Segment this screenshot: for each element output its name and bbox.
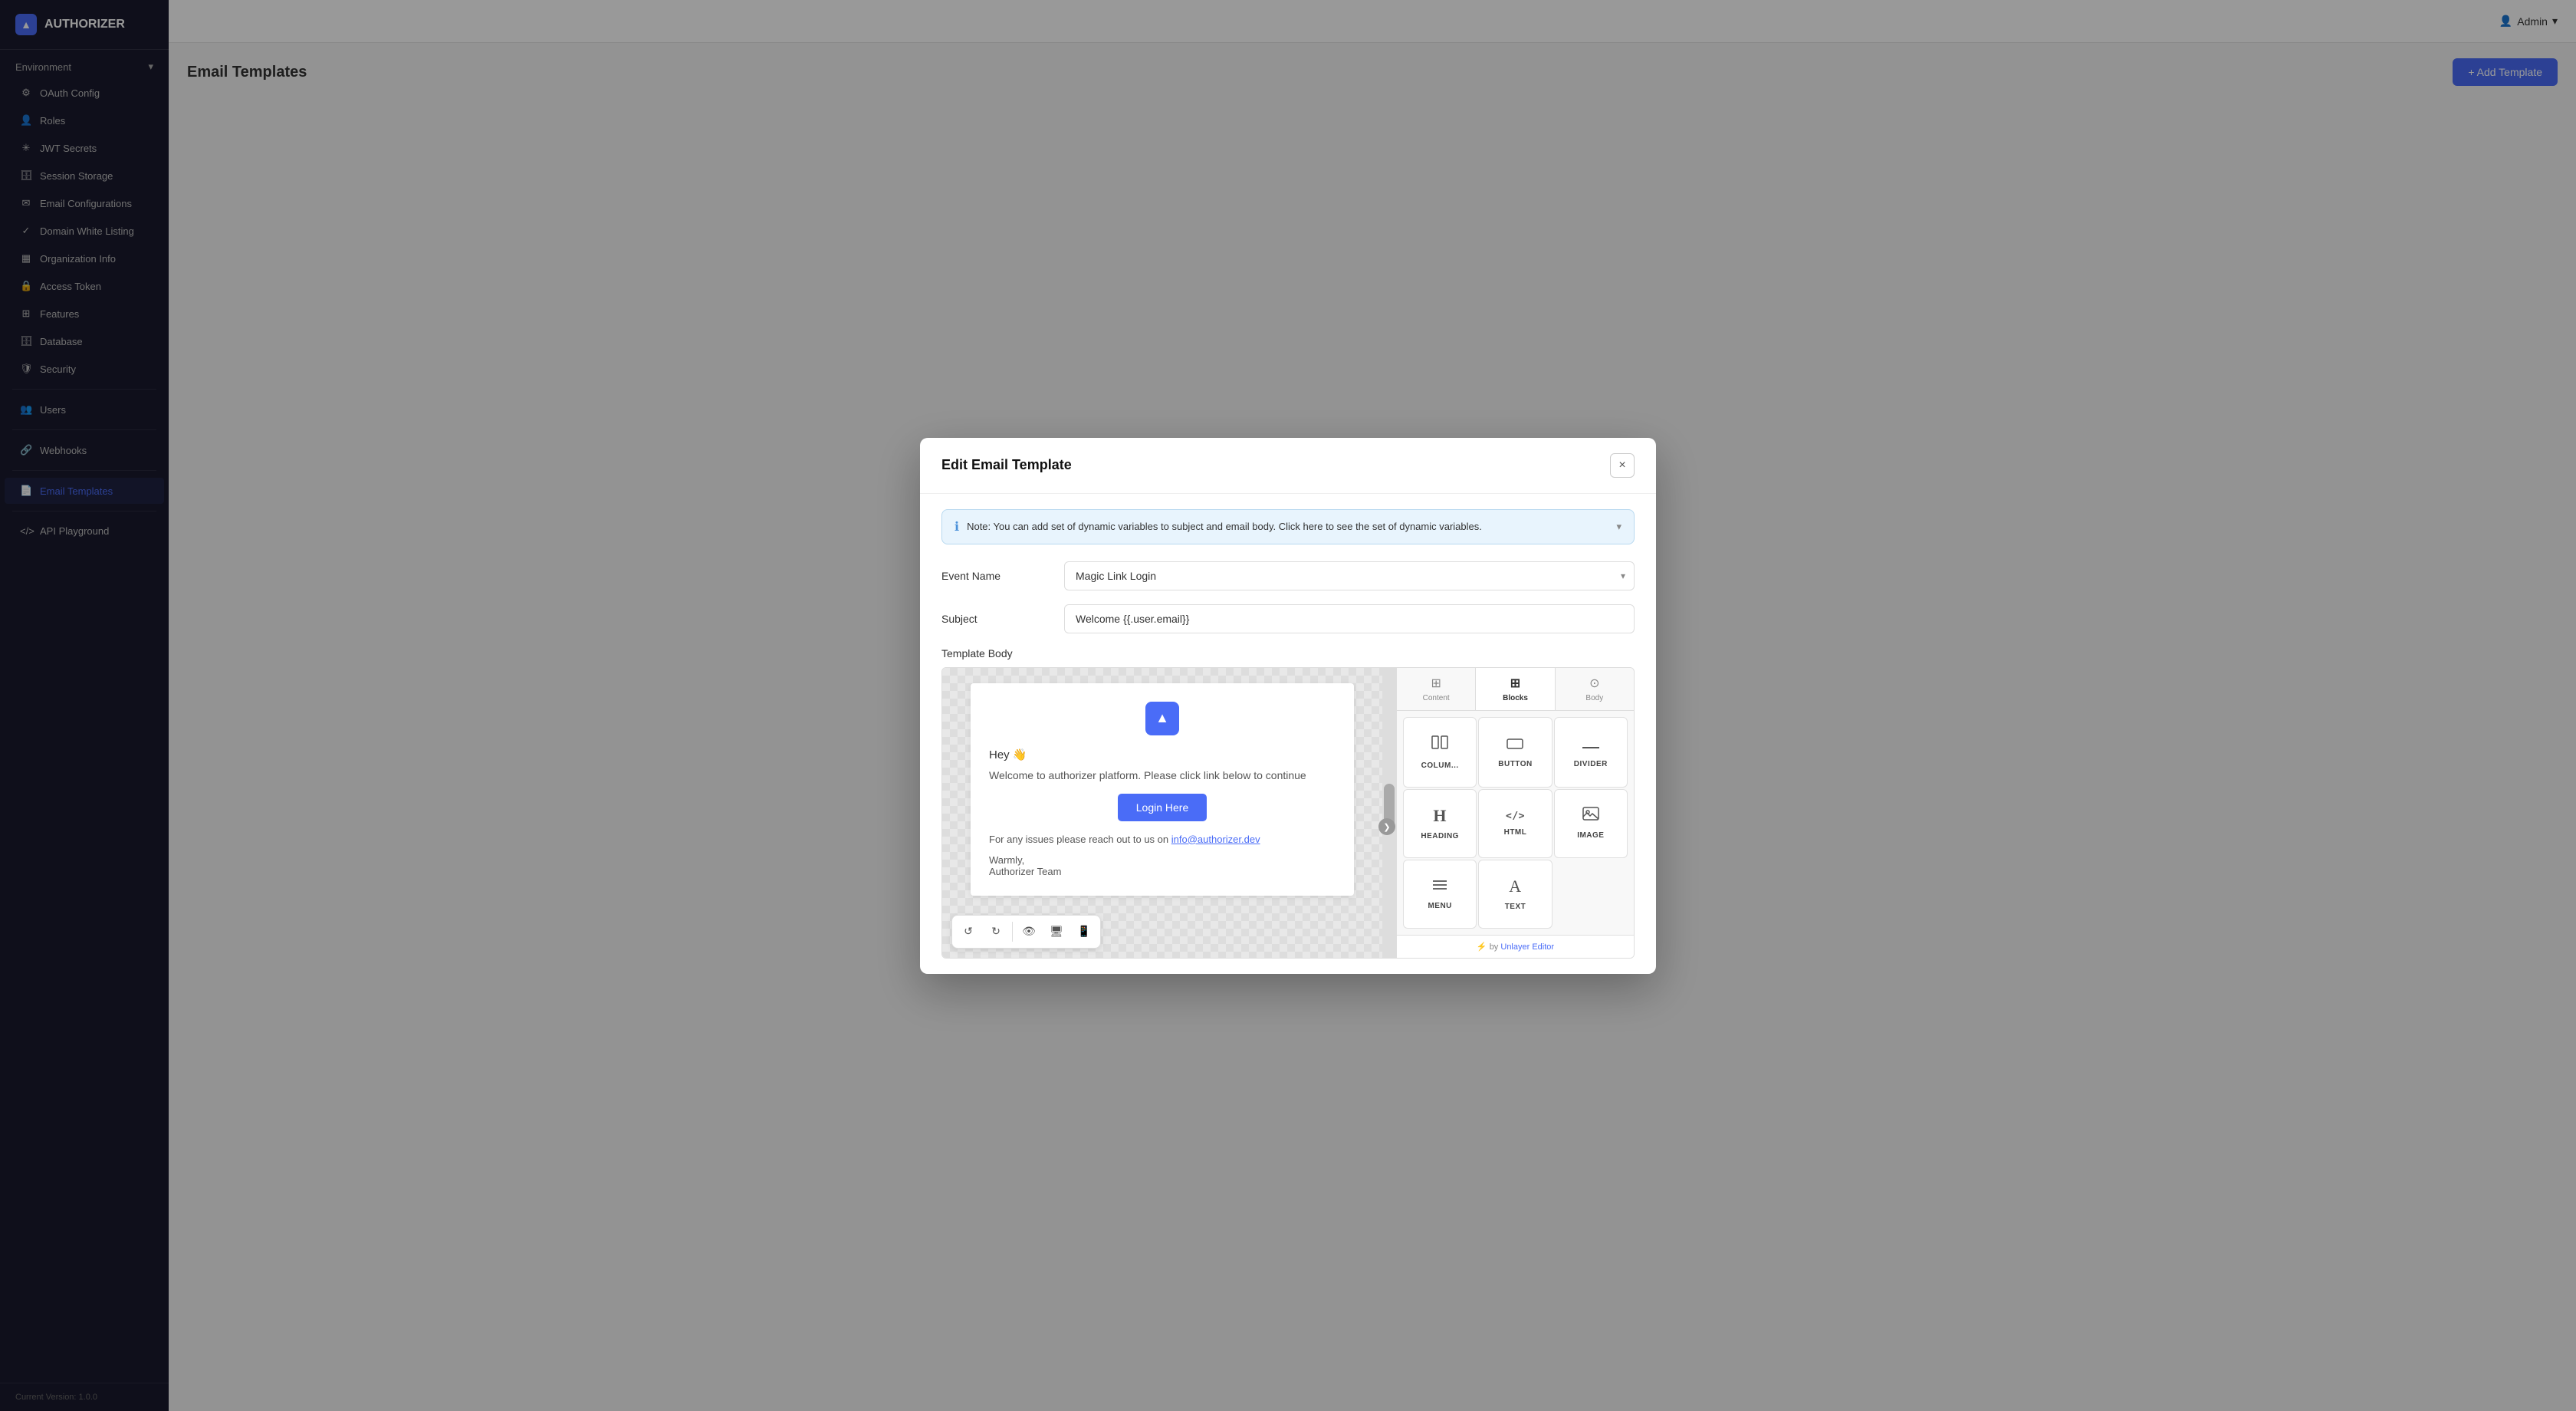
close-icon: × <box>1618 459 1625 472</box>
body-tab-icon: ⊙ <box>1589 676 1599 691</box>
button-block-icon <box>1506 736 1523 754</box>
event-name-row: Event Name Magic Link Login Basic Auth S… <box>941 561 1635 590</box>
undo-button[interactable]: ↺ <box>955 919 981 945</box>
block-columns-label: COLUM... <box>1421 761 1459 770</box>
email-cta-button[interactable]: Login Here <box>1118 794 1208 821</box>
blocks-tab-icon: ⊞ <box>1510 676 1520 691</box>
block-text-label: TEXT <box>1505 903 1526 911</box>
blocks-tab-label: Blocks <box>1503 694 1528 702</box>
email-footer: For any issues please reach out to us on… <box>989 834 1336 845</box>
email-body-text: Welcome to authorizer platform. Please c… <box>989 769 1336 781</box>
note-chevron-icon: ▾ <box>1616 521 1622 533</box>
block-menu-label: MENU <box>1428 902 1451 910</box>
desktop-button[interactable]: 🖥 <box>1043 919 1070 945</box>
block-divider-label: DIVIDER <box>1574 760 1608 768</box>
divider-icon <box>1582 736 1599 754</box>
unlayer-link[interactable]: Unlayer Editor <box>1500 942 1554 952</box>
sign-line1: Warmly, <box>989 854 1336 866</box>
html-icon: </> <box>1506 811 1525 822</box>
event-name-select-wrapper: Magic Link Login Basic Auth Signup Magic… <box>1064 561 1635 590</box>
content-tab-label: Content <box>1423 694 1450 702</box>
block-heading-label: HEADING <box>1421 832 1459 840</box>
redo-button[interactable]: ↻ <box>983 919 1009 945</box>
info-icon: ℹ <box>955 519 959 534</box>
canvas-checkerboard: ▲ Hey 👋 Welcome to authorizer platform. … <box>942 668 1382 958</box>
email-cta-label: Login Here <box>1136 801 1189 814</box>
editor-scrollbar: ❯ <box>1382 668 1396 958</box>
desktop-icon: 🖥 <box>1050 925 1063 938</box>
editor-toolbar: ↺ ↻ 👁 🖥 <box>951 915 1101 949</box>
toolbar-divider <box>1012 922 1013 942</box>
blocks-grid: COLUM... BUTTON <box>1397 711 1634 935</box>
menu-icon <box>1431 878 1448 896</box>
block-menu[interactable]: MENU <box>1403 860 1477 929</box>
preview-icon: 👁 <box>1022 925 1036 938</box>
columns-icon <box>1431 734 1448 755</box>
subject-label: Subject <box>941 613 1049 625</box>
modal-title: Edit Email Template <box>941 457 1072 473</box>
subject-input[interactable] <box>1064 604 1635 633</box>
sign-line2: Authorizer Team <box>989 866 1336 877</box>
block-image-label: IMAGE <box>1577 831 1604 840</box>
tab-content[interactable]: ⊞ Content <box>1397 668 1476 710</box>
undo-icon: ↺ <box>964 925 973 938</box>
edit-email-template-modal: Edit Email Template × ℹ Note: You can ad… <box>920 438 1656 974</box>
template-body-section: Template Body ▲ Hey 👋 Welcome to authori… <box>941 647 1635 959</box>
body-tab-label: Body <box>1585 694 1603 702</box>
event-name-label: Event Name <box>941 570 1049 582</box>
block-text[interactable]: A TEXT <box>1478 860 1552 929</box>
block-html-label: HTML <box>1504 828 1527 837</box>
unlayer-footer: ⚡ by Unlayer Editor <box>1397 935 1634 958</box>
collapse-panel-button[interactable]: ❯ <box>1378 818 1395 835</box>
content-tab-icon: ⊞ <box>1431 676 1441 691</box>
subject-row: Subject <box>941 604 1635 633</box>
block-html[interactable]: </> HTML <box>1478 789 1552 858</box>
template-editor: ▲ Hey 👋 Welcome to authorizer platform. … <box>941 667 1635 959</box>
email-signature: Warmly, Authorizer Team <box>989 854 1336 877</box>
panel-tabs: ⊞ Content ⊞ Blocks ⊙ Body <box>1397 668 1634 711</box>
lightning-icon: ⚡ <box>1477 942 1487 952</box>
email-preview: ▲ Hey 👋 Welcome to authorizer platform. … <box>971 683 1354 896</box>
modal-body: ℹ Note: You can add set of dynamic varia… <box>920 494 1656 974</box>
mobile-icon: 📱 <box>1077 925 1090 938</box>
mobile-button[interactable]: 📱 <box>1071 919 1097 945</box>
tab-blocks[interactable]: ⊞ Blocks <box>1476 668 1555 710</box>
block-heading[interactable]: H HEADING <box>1403 789 1477 858</box>
redo-icon: ↻ <box>991 925 1001 938</box>
unlayer-by-text: by <box>1490 942 1501 952</box>
note-banner-content: ℹ Note: You can add set of dynamic varia… <box>955 519 1482 534</box>
heading-icon: H <box>1433 806 1447 826</box>
modal-header: Edit Email Template × <box>920 438 1656 494</box>
email-logo: ▲ <box>989 702 1336 735</box>
tab-body[interactable]: ⊙ Body <box>1556 668 1634 710</box>
editor-right-panel: ⊞ Content ⊞ Blocks ⊙ Body <box>1396 668 1634 958</box>
image-icon <box>1582 807 1599 825</box>
block-divider[interactable]: DIVIDER <box>1554 717 1628 788</box>
editor-canvas: ▲ Hey 👋 Welcome to authorizer platform. … <box>942 668 1382 958</box>
block-image[interactable]: IMAGE <box>1554 789 1628 858</box>
unlayer-link-text: Unlayer Editor <box>1500 942 1554 952</box>
preview-button[interactable]: 👁 <box>1016 919 1042 945</box>
block-button-label: BUTTON <box>1498 760 1532 768</box>
text-icon: A <box>1509 877 1521 896</box>
footer-text: For any issues please reach out to us on <box>989 834 1171 845</box>
event-name-select[interactable]: Magic Link Login Basic Auth Signup Magic… <box>1064 561 1635 590</box>
modal-close-button[interactable]: × <box>1610 453 1635 478</box>
note-text: Note: You can add set of dynamic variabl… <box>967 521 1482 532</box>
email-logo-icon: ▲ <box>1145 702 1179 735</box>
template-body-label: Template Body <box>941 647 1635 659</box>
modal-overlay: Edit Email Template × ℹ Note: You can ad… <box>0 0 2576 1411</box>
email-greeting: Hey 👋 <box>989 748 1336 761</box>
footer-email-text: info@authorizer.dev <box>1171 834 1260 845</box>
note-banner[interactable]: ℹ Note: You can add set of dynamic varia… <box>941 509 1635 544</box>
block-columns[interactable]: COLUM... <box>1403 717 1477 788</box>
footer-email-link[interactable]: info@authorizer.dev <box>1171 834 1260 845</box>
block-button[interactable]: BUTTON <box>1478 717 1552 788</box>
